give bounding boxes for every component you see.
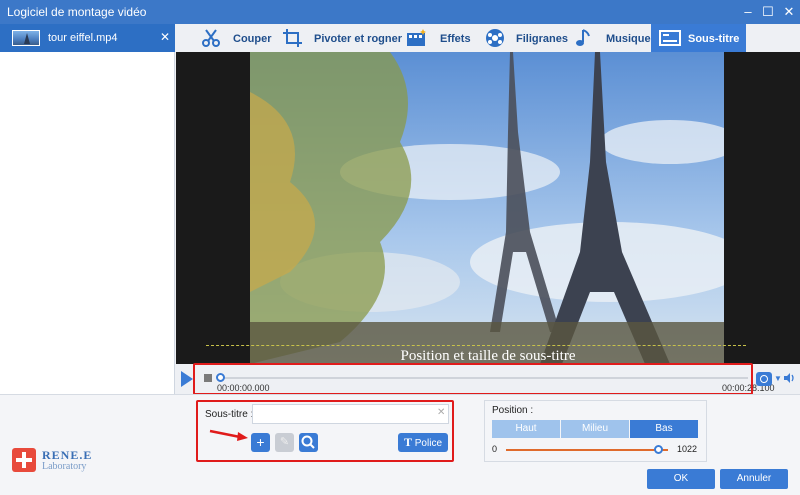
position-label: Position :: [492, 405, 534, 416]
tab-label: Couper: [233, 33, 272, 45]
snapshot-icon[interactable]: [756, 372, 772, 386]
tab-label: Filigranes: [516, 33, 568, 45]
tab-label: Effets: [440, 33, 471, 45]
position-slider-track[interactable]: [506, 449, 668, 451]
arrow-icon: [209, 429, 248, 441]
position-middle-button[interactable]: Milieu: [561, 420, 629, 438]
file-name: tour eiffel.mp4: [48, 32, 118, 44]
file-list: tour eiffel.mp4 ✕: [0, 24, 175, 394]
chevron-down-icon[interactable]: ▼: [774, 374, 782, 383]
video-thumbnail: [12, 30, 40, 46]
video-image: [250, 52, 724, 364]
position-slider-max: 1022: [677, 444, 698, 454]
tab-musique[interactable]: Musique: [575, 24, 651, 52]
subtitle-area-guide: [206, 345, 746, 346]
tab-couper[interactable]: Couper: [200, 24, 272, 52]
font-button[interactable]: T Police: [398, 433, 448, 452]
search-subtitle-button[interactable]: [299, 433, 318, 452]
video-frame: [250, 52, 724, 364]
search-icon: [301, 435, 315, 449]
add-subtitle-button[interactable]: +: [251, 433, 270, 452]
tab-filigranes[interactable]: Filigranes: [484, 24, 568, 52]
font-button-label: Police: [414, 438, 443, 449]
position-bottom-button[interactable]: Bas: [630, 420, 698, 438]
tab-sous-titre[interactable]: Sous-titre: [651, 24, 746, 52]
file-item[interactable]: tour eiffel.mp4 ✕: [0, 24, 175, 52]
volume-icon[interactable]: [783, 372, 795, 384]
tab-effets[interactable]: Effets: [406, 24, 472, 52]
tab-pivoter[interactable]: Pivoter et rogner: [282, 24, 402, 52]
subtitle-input[interactable]: [252, 404, 449, 424]
position-slider-handle[interactable]: [654, 445, 663, 454]
video-editor-window: Logiciel de montage vidéo – ☐ ✕ tour eif…: [0, 0, 800, 495]
logo-plus-icon: [12, 448, 36, 472]
timeline-highlight: [193, 363, 753, 395]
edit-subtitle-button[interactable]: ✎: [275, 433, 294, 452]
music-icon: [576, 29, 590, 46]
effects-icon: [407, 29, 426, 46]
position-slider-min: 0: [492, 444, 498, 454]
cancel-button[interactable]: Annuler: [720, 469, 788, 489]
video-preview: Position et taille de sous-titre: [176, 52, 800, 364]
remove-file-button[interactable]: ✕: [160, 30, 170, 44]
watermark-icon: [486, 29, 504, 47]
ok-button[interactable]: OK: [647, 469, 715, 489]
position-top-button[interactable]: Haut: [492, 420, 560, 438]
cut-icon: [202, 29, 220, 47]
play-button[interactable]: [181, 371, 193, 387]
logo-subtext: Laboratory: [42, 461, 87, 472]
crop-icon: [283, 29, 302, 47]
clear-icon[interactable]: ✕: [437, 407, 445, 418]
window-title: Logiciel de montage vidéo: [7, 5, 147, 19]
subtitle-icon: [659, 30, 681, 46]
close-window-button[interactable]: ✕: [777, 0, 800, 24]
subtitle-label: Sous-titre :: [205, 409, 254, 420]
tab-label: Musique: [606, 33, 651, 45]
tab-label: Sous-titre: [688, 33, 740, 45]
tab-label: Pivoter et rogner: [314, 33, 403, 45]
tab-bar: Couper Pivoter et rogner Effets Filigran…: [176, 24, 800, 52]
title-bar: Logiciel de montage vidéo – ☐ ✕: [0, 0, 800, 24]
font-icon: T: [403, 435, 412, 449]
